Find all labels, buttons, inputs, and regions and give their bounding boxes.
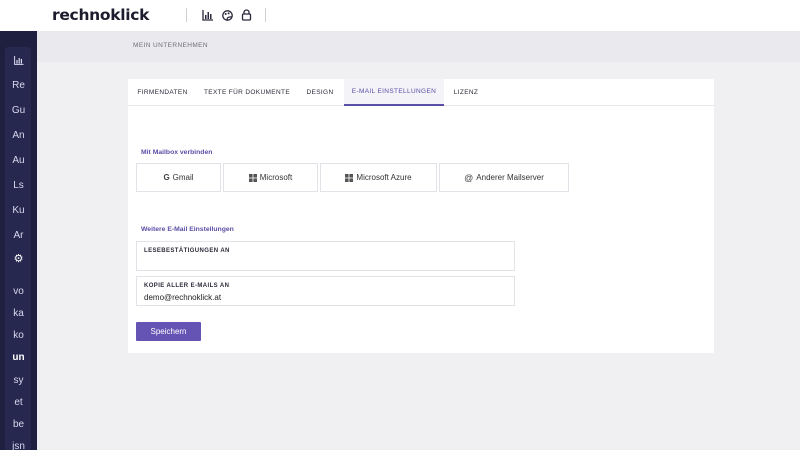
sidebar-item-ls[interactable]: Ls: [0, 175, 37, 195]
sidebar-item-ar[interactable]: Ar: [0, 225, 37, 245]
top-header: rechnoklick: [0, 0, 800, 31]
chart-icon: [13, 55, 23, 65]
google-icon: G: [163, 173, 170, 182]
save-button[interactable]: Speichern: [136, 322, 201, 341]
sidebar-item-ku[interactable]: Ku: [0, 200, 37, 220]
header-divider: [186, 8, 187, 22]
windows-icon: [345, 173, 354, 182]
windows-icon: [248, 173, 257, 182]
email-settings-section-title: Weitere E-Mail Einstellungen: [141, 226, 234, 233]
gmail-button-label: Gmail: [172, 173, 194, 182]
microsoft-azure-button[interactable]: Microsoft Azure: [320, 163, 437, 192]
sidebar-item-jsn[interactable]: jsn: [0, 436, 37, 450]
mailbox-section-title: Mit Mailbox verbinden: [141, 149, 213, 156]
copy-emails-label: KOPIE ALLER E-MAILS AN: [144, 283, 230, 289]
chart-icon[interactable]: [202, 9, 214, 21]
settings-card: FIRMENDATEN TEXTE FÜR DOKUMENTE DESIGN E…: [128, 79, 714, 353]
copy-emails-input[interactable]: [144, 292, 504, 302]
sidebar-item-settings[interactable]: ⚙: [0, 248, 37, 268]
main-content: FIRMENDATEN TEXTE FÜR DOKUMENTE DESIGN E…: [37, 62, 800, 450]
sidebar-item-an[interactable]: An: [0, 125, 37, 145]
sidebar-item-re[interactable]: Re: [0, 75, 37, 95]
other-mailserver-button[interactable]: @ Anderer Mailserver: [439, 163, 569, 192]
sidebar-item-dashboard[interactable]: [0, 50, 37, 70]
sidebar-item-et[interactable]: et: [0, 392, 37, 412]
sidebar-item-ko[interactable]: ko: [0, 325, 37, 345]
sidebar-item-sy[interactable]: sy: [0, 370, 37, 390]
tab-bar: FIRMENDATEN TEXTE FÜR DOKUMENTE DESIGN E…: [128, 79, 714, 106]
at-icon: @: [464, 172, 474, 183]
tab-design[interactable]: DESIGN: [297, 79, 343, 106]
app-logo[interactable]: rechnoklick: [52, 6, 150, 24]
sidebar-item-gu[interactable]: Gu: [0, 100, 37, 120]
lock-icon[interactable]: [240, 9, 252, 21]
microsoft-button[interactable]: Microsoft: [223, 163, 318, 192]
tab-lizenz[interactable]: LIZENZ: [444, 79, 488, 106]
other-mailserver-button-label: Anderer Mailserver: [476, 173, 544, 182]
microsoft-azure-button-label: Microsoft Azure: [356, 173, 412, 182]
gear-icon: ⚙: [13, 252, 24, 265]
tab-texte-fuer-dokumente[interactable]: TEXTE FÜR DOKUMENTE: [197, 79, 297, 106]
sidebar-item-ka[interactable]: ka: [0, 303, 37, 323]
sidebar-item-au[interactable]: Au: [0, 150, 37, 170]
gmail-button[interactable]: G Gmail: [136, 163, 221, 192]
tab-email-einstellungen[interactable]: E-MAIL EINSTELLUNGEN: [344, 79, 444, 106]
sidebar-item-vo[interactable]: vo: [0, 281, 37, 301]
page-header-band: MEIN UNTERNEHMEN: [37, 31, 800, 62]
read-receipts-label: LESEBESTÄTIGUNGEN AN: [144, 248, 230, 254]
read-receipts-input[interactable]: [144, 257, 504, 267]
tab-firmendaten[interactable]: FIRMENDATEN: [128, 79, 197, 106]
sidebar-item-be[interactable]: be: [0, 414, 37, 434]
microsoft-button-label: Microsoft: [259, 173, 293, 182]
header-divider: [265, 8, 266, 22]
palette-icon[interactable]: [221, 9, 233, 21]
breadcrumb: MEIN UNTERNEHMEN: [133, 42, 209, 49]
sidebar: Re Gu An Au Ls Ku Ar ⚙ vo ka ko un sy et…: [0, 31, 37, 450]
read-receipts-field[interactable]: LESEBESTÄTIGUNGEN AN: [136, 241, 515, 271]
sidebar-item-un[interactable]: un: [0, 347, 37, 367]
copy-emails-field[interactable]: KOPIE ALLER E-MAILS AN: [136, 276, 515, 306]
